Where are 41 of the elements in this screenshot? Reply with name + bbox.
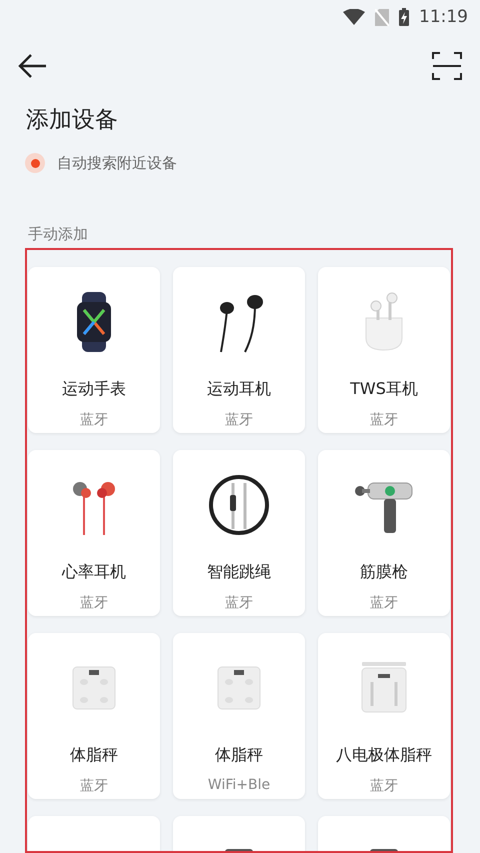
connection-type: 蓝牙 xyxy=(370,594,398,612)
no-sim-icon xyxy=(375,8,389,26)
device-name: 体脂秤 xyxy=(215,745,263,766)
auto-search-label: 自动搜索附近设备 xyxy=(57,154,177,172)
device-card[interactable]: 体脂秤 WiFi+Ble xyxy=(173,633,305,799)
status-time: 11:19 xyxy=(419,7,468,27)
watch-icon xyxy=(74,290,114,354)
device-card[interactable]: 运动手表 蓝牙 xyxy=(28,267,160,433)
connection-type: 蓝牙 xyxy=(370,411,398,429)
scale-icon xyxy=(217,666,261,710)
device-card[interactable]: 八电极体脂秤 蓝牙 xyxy=(318,633,450,799)
connection-type: 蓝牙 xyxy=(80,594,108,612)
connection-type: WiFi+Ble xyxy=(208,777,270,793)
jump-rope-icon xyxy=(207,473,271,537)
connection-type: 蓝牙 xyxy=(80,411,108,429)
device-card[interactable]: 心率耳机 蓝牙 xyxy=(28,450,160,616)
device-name: 八电极体脂秤 xyxy=(336,745,432,766)
device-name: TWS耳机 xyxy=(350,379,418,400)
device-card[interactable]: 体脂秤 蓝牙 xyxy=(28,633,160,799)
back-button[interactable] xyxy=(18,53,48,79)
page-title: 添加设备 xyxy=(26,106,119,135)
device-card[interactable]: 筋膜枪 蓝牙 xyxy=(318,450,450,616)
battery-charging-icon xyxy=(399,8,409,26)
device-name: 心率耳机 xyxy=(62,562,126,583)
connection-type: 蓝牙 xyxy=(80,777,108,795)
connection-type: 蓝牙 xyxy=(225,411,253,429)
scan-button[interactable] xyxy=(432,51,462,81)
connection-type: 蓝牙 xyxy=(225,594,253,612)
device-name: 筋膜枪 xyxy=(360,562,408,583)
device-card[interactable]: TWS耳机 蓝牙 xyxy=(318,267,450,433)
scale-icon xyxy=(72,666,116,710)
device-name: 运动耳机 xyxy=(207,379,271,400)
wifi-icon xyxy=(343,9,365,25)
device-name: 智能跳绳 xyxy=(207,562,271,583)
scale-icon xyxy=(360,662,408,714)
device-name: 运动手表 xyxy=(62,379,126,400)
section-label: 手动添加 xyxy=(28,225,89,244)
connection-type: 蓝牙 xyxy=(370,777,398,795)
device-name: 体脂秤 xyxy=(70,745,118,766)
device-card[interactable]: 运动耳机 蓝牙 xyxy=(173,267,305,433)
device-card[interactable]: 智能跳绳 蓝牙 xyxy=(173,450,305,616)
